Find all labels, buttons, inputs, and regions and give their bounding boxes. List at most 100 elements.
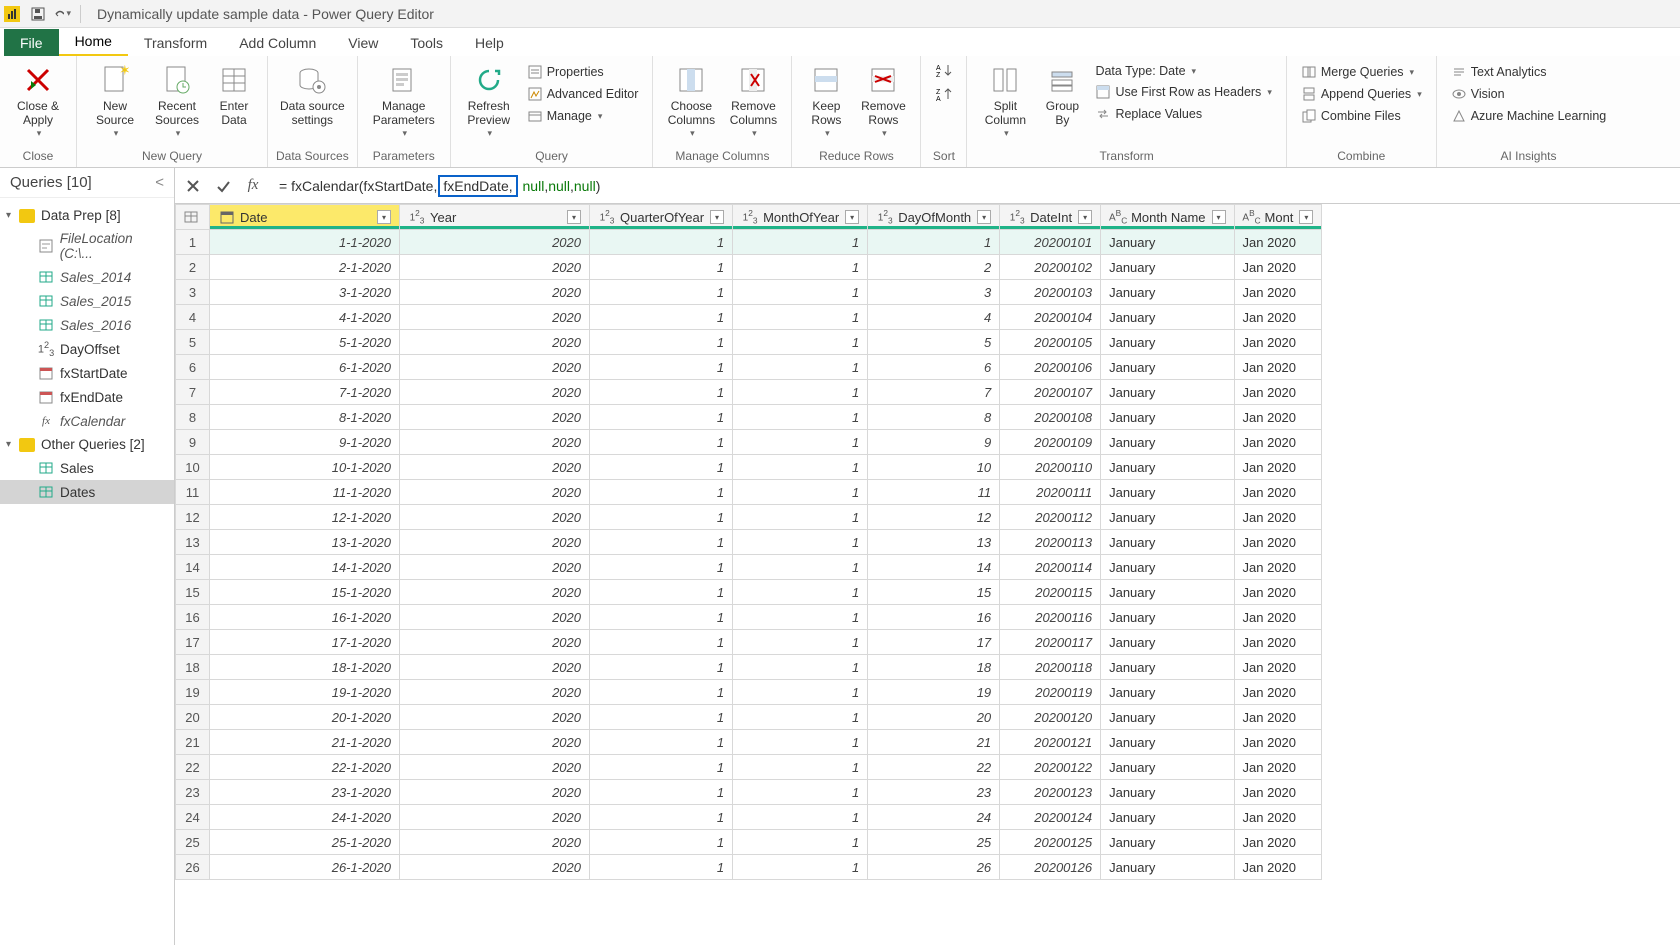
- row-number[interactable]: 18: [176, 655, 210, 680]
- azure-ml-button[interactable]: Azure Machine Learning: [1447, 106, 1611, 126]
- cell-month[interactable]: 1: [733, 805, 868, 830]
- cell-day[interactable]: 18: [868, 655, 1000, 680]
- cell-year[interactable]: 2020: [400, 755, 590, 780]
- cell-month[interactable]: 1: [733, 430, 868, 455]
- cell-quarter[interactable]: 1: [590, 280, 733, 305]
- cell-year[interactable]: 2020: [400, 655, 590, 680]
- query-item[interactable]: Sales_2015: [0, 289, 174, 313]
- cell-quarter[interactable]: 1: [590, 605, 733, 630]
- cell-day[interactable]: 10: [868, 455, 1000, 480]
- cell-month[interactable]: 1: [733, 730, 868, 755]
- cell-date[interactable]: 3-1-2020: [210, 280, 400, 305]
- formula-accept-button[interactable]: [211, 174, 235, 198]
- cell-monthname[interactable]: January: [1101, 405, 1234, 430]
- column-header-date[interactable]: Date▾: [210, 205, 400, 230]
- query-folder[interactable]: ▾Data Prep [8]: [0, 204, 174, 227]
- cell-day[interactable]: 1: [868, 230, 1000, 255]
- cell-month[interactable]: 1: [733, 780, 868, 805]
- row-number[interactable]: 9: [176, 430, 210, 455]
- cell-day[interactable]: 12: [868, 505, 1000, 530]
- cell-monthname[interactable]: January: [1101, 330, 1234, 355]
- cell-date[interactable]: 16-1-2020: [210, 605, 400, 630]
- grid-wrap[interactable]: Date▾123Year▾123QuarterOfYear▾123MonthOf…: [175, 204, 1680, 945]
- query-item[interactable]: Sales_2016: [0, 313, 174, 337]
- row-number[interactable]: 20: [176, 705, 210, 730]
- cell-date[interactable]: 1-1-2020: [210, 230, 400, 255]
- cell-quarter[interactable]: 1: [590, 630, 733, 655]
- cell-dateint[interactable]: 20200123: [1000, 780, 1101, 805]
- cell-monthshort[interactable]: Jan 2020: [1234, 305, 1322, 330]
- table-row[interactable]: 1818-1-20202020111820200118JanuaryJan 20…: [176, 655, 1322, 680]
- cell-monthname[interactable]: January: [1101, 255, 1234, 280]
- cell-month[interactable]: 1: [733, 455, 868, 480]
- cell-day[interactable]: 4: [868, 305, 1000, 330]
- cell-monthname[interactable]: January: [1101, 855, 1234, 880]
- cell-quarter[interactable]: 1: [590, 355, 733, 380]
- cell-dateint[interactable]: 20200106: [1000, 355, 1101, 380]
- column-filter-icon[interactable]: ▾: [377, 210, 391, 224]
- cell-year[interactable]: 2020: [400, 705, 590, 730]
- cell-year[interactable]: 2020: [400, 680, 590, 705]
- cell-quarter[interactable]: 1: [590, 330, 733, 355]
- table-row[interactable]: 33-1-2020202011320200103JanuaryJan 2020: [176, 280, 1322, 305]
- cell-date[interactable]: 18-1-2020: [210, 655, 400, 680]
- row-number[interactable]: 11: [176, 480, 210, 505]
- cell-dateint[interactable]: 20200111: [1000, 480, 1101, 505]
- cell-year[interactable]: 2020: [400, 555, 590, 580]
- cell-monthname[interactable]: January: [1101, 280, 1234, 305]
- advanced-editor-button[interactable]: Advanced Editor: [523, 84, 643, 104]
- cell-year[interactable]: 2020: [400, 330, 590, 355]
- new-source-button[interactable]: ✶ New Source▾: [85, 60, 145, 142]
- append-queries-button[interactable]: Append Queries▾: [1297, 84, 1426, 104]
- cell-day[interactable]: 6: [868, 355, 1000, 380]
- cell-day[interactable]: 21: [868, 730, 1000, 755]
- cell-day[interactable]: 24: [868, 805, 1000, 830]
- cell-date[interactable]: 15-1-2020: [210, 580, 400, 605]
- cell-quarter[interactable]: 1: [590, 655, 733, 680]
- column-header-monthname[interactable]: ABCMonth Name▾: [1101, 205, 1234, 230]
- table-row[interactable]: 1616-1-20202020111620200116JanuaryJan 20…: [176, 605, 1322, 630]
- cell-month[interactable]: 1: [733, 580, 868, 605]
- cell-quarter[interactable]: 1: [590, 680, 733, 705]
- cell-dateint[interactable]: 20200102: [1000, 255, 1101, 280]
- cell-monthshort[interactable]: Jan 2020: [1234, 730, 1322, 755]
- cell-monthshort[interactable]: Jan 2020: [1234, 230, 1322, 255]
- cell-monthshort[interactable]: Jan 2020: [1234, 430, 1322, 455]
- data-source-settings-button[interactable]: Data source settings: [277, 60, 347, 132]
- table-row[interactable]: 1212-1-20202020111220200112JanuaryJan 20…: [176, 505, 1322, 530]
- table-row[interactable]: 1111-1-20202020111120200111JanuaryJan 20…: [176, 480, 1322, 505]
- table-row[interactable]: 55-1-2020202011520200105JanuaryJan 2020: [176, 330, 1322, 355]
- cell-year[interactable]: 2020: [400, 430, 590, 455]
- row-number[interactable]: 2: [176, 255, 210, 280]
- cell-monthshort[interactable]: Jan 2020: [1234, 830, 1322, 855]
- cell-day[interactable]: 9: [868, 430, 1000, 455]
- first-row-headers-button[interactable]: Use First Row as Headers▾: [1091, 82, 1275, 102]
- cell-dateint[interactable]: 20200108: [1000, 405, 1101, 430]
- table-row[interactable]: 1414-1-20202020111420200114JanuaryJan 20…: [176, 555, 1322, 580]
- cell-monthname[interactable]: January: [1101, 380, 1234, 405]
- cell-quarter[interactable]: 1: [590, 855, 733, 880]
- row-number[interactable]: 25: [176, 830, 210, 855]
- cell-quarter[interactable]: 1: [590, 555, 733, 580]
- table-row[interactable]: 66-1-2020202011620200106JanuaryJan 2020: [176, 355, 1322, 380]
- cell-month[interactable]: 1: [733, 680, 868, 705]
- cell-year[interactable]: 2020: [400, 580, 590, 605]
- cell-quarter[interactable]: 1: [590, 755, 733, 780]
- query-folder[interactable]: ▾Other Queries [2]: [0, 433, 174, 456]
- cell-month[interactable]: 1: [733, 305, 868, 330]
- cell-quarter[interactable]: 1: [590, 780, 733, 805]
- cell-date[interactable]: 7-1-2020: [210, 380, 400, 405]
- cell-date[interactable]: 2-1-2020: [210, 255, 400, 280]
- cell-dateint[interactable]: 20200113: [1000, 530, 1101, 555]
- cell-quarter[interactable]: 1: [590, 455, 733, 480]
- cell-day[interactable]: 2: [868, 255, 1000, 280]
- cell-day[interactable]: 3: [868, 280, 1000, 305]
- column-header-monthshort[interactable]: ABCMont▾: [1234, 205, 1322, 230]
- undo-icon[interactable]: ▾: [53, 5, 71, 23]
- cell-month[interactable]: 1: [733, 755, 868, 780]
- row-number[interactable]: 10: [176, 455, 210, 480]
- cell-monthshort[interactable]: Jan 2020: [1234, 455, 1322, 480]
- cell-monthname[interactable]: January: [1101, 305, 1234, 330]
- table-row[interactable]: 1515-1-20202020111520200115JanuaryJan 20…: [176, 580, 1322, 605]
- remove-rows-button[interactable]: Remove Rows▾: [854, 60, 912, 142]
